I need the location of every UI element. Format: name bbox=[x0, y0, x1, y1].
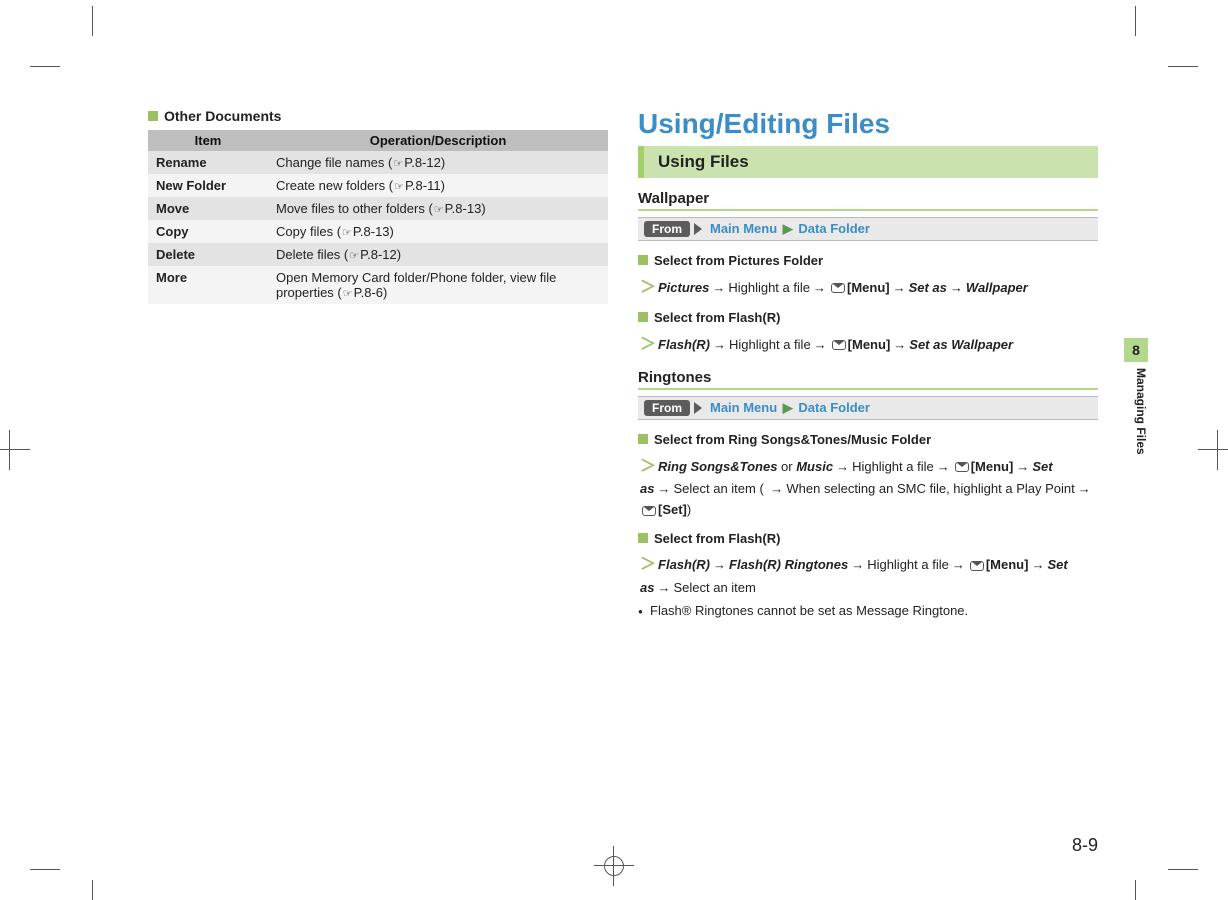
step-line: ＞Ring Songs&Tones or Music→Highlight a f… bbox=[640, 454, 1098, 521]
ringtones-heading: Ringtones bbox=[638, 369, 1098, 390]
from-label: From bbox=[644, 221, 690, 237]
col-desc: Operation/Description bbox=[268, 130, 608, 151]
square-bullet-icon bbox=[148, 111, 158, 121]
step-line: ＞Flash(R)→Highlight a file→[Menu]→Set as… bbox=[640, 332, 1098, 358]
other-documents-heading: Other Documents bbox=[148, 108, 608, 124]
reference-icon bbox=[433, 201, 445, 216]
mail-icon bbox=[831, 283, 845, 293]
gt-icon: ＞ bbox=[640, 336, 656, 353]
section-title: Using/Editing Files bbox=[638, 108, 1098, 140]
square-bullet-icon bbox=[638, 312, 648, 322]
block-title: Select from Flash(R) bbox=[638, 308, 1098, 328]
chevron-icon: ▶ bbox=[783, 221, 793, 236]
mail-icon bbox=[970, 561, 984, 571]
chapter-name: Managing Files bbox=[1124, 368, 1148, 455]
mail-icon bbox=[832, 340, 846, 350]
square-bullet-icon bbox=[638, 434, 648, 444]
from-breadcrumb: From Main Menu ▶ Data Folder bbox=[638, 396, 1098, 420]
reference-icon bbox=[392, 155, 404, 170]
mail-icon bbox=[642, 506, 656, 516]
reference-icon bbox=[342, 285, 354, 300]
chevron-icon: ▶ bbox=[783, 400, 793, 415]
col-item: Item bbox=[148, 130, 268, 151]
from-breadcrumb: From Main Menu ▶ Data Folder bbox=[638, 217, 1098, 241]
block-title: Select from Ring Songs&Tones/Music Folde… bbox=[638, 430, 1098, 450]
table-row: Move Move files to other folders (P.8-13… bbox=[148, 197, 608, 220]
reference-icon bbox=[393, 178, 405, 193]
block-title: Select from Flash(R) bbox=[638, 529, 1098, 549]
step-line: ＞Pictures→Highlight a file→[Menu]→Set as… bbox=[640, 275, 1098, 301]
mail-icon bbox=[955, 462, 969, 472]
note-line: Flash® Ringtones cannot be set as Messag… bbox=[638, 603, 1098, 618]
block-title: Select from Pictures Folder bbox=[638, 251, 1098, 271]
page-number: 8-9 bbox=[1072, 835, 1098, 856]
table-header-row: Item Operation/Description bbox=[148, 130, 608, 151]
left-column: Other Documents Item Operation/Descripti… bbox=[148, 108, 608, 618]
operations-table: Item Operation/Description Rename Change… bbox=[148, 130, 608, 304]
reference-icon bbox=[341, 224, 353, 239]
gt-icon: ＞ bbox=[640, 458, 656, 475]
square-bullet-icon bbox=[638, 255, 648, 265]
step-line: ＞Flash(R)→Flash(R) Ringtones→Highlight a… bbox=[640, 552, 1098, 598]
table-row: Delete Delete files (P.8-12) bbox=[148, 243, 608, 266]
arrow-icon bbox=[694, 402, 702, 414]
right-column: Using/Editing Files Using Files Wallpape… bbox=[638, 108, 1098, 618]
subsection-band: Using Files bbox=[638, 146, 1098, 178]
table-row: More Open Memory Card folder/Phone folde… bbox=[148, 266, 608, 304]
gt-icon: ＞ bbox=[640, 556, 656, 573]
from-label: From bbox=[644, 400, 690, 416]
gt-icon: ＞ bbox=[640, 279, 656, 296]
table-row: Copy Copy files (P.8-13) bbox=[148, 220, 608, 243]
table-row: Rename Change file names (P.8-12) bbox=[148, 151, 608, 174]
square-bullet-icon bbox=[638, 533, 648, 543]
wallpaper-heading: Wallpaper bbox=[638, 190, 1098, 211]
arrow-icon bbox=[694, 223, 702, 235]
chapter-tab: 8 Managing Files bbox=[1124, 338, 1148, 455]
reference-icon bbox=[348, 247, 360, 262]
table-row: New Folder Create new folders (P.8-11) bbox=[148, 174, 608, 197]
chapter-number: 8 bbox=[1124, 338, 1148, 362]
